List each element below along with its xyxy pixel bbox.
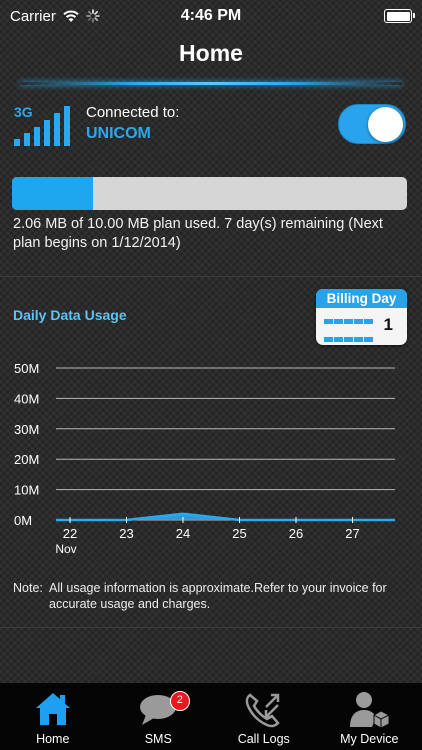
tab-my-device[interactable]: My Device [317,683,422,750]
usage-progress-bar [12,177,407,210]
y-tick-label: 20M [14,452,39,467]
usage-note: Note: All usage information is approxima… [13,580,413,612]
x-tick-label: 24 [176,526,190,541]
x-tick-label: 22 [63,526,77,541]
usage-summary: 2.06 MB of 10.00 MB plan used. 7 day(s) … [13,216,383,251]
toggle-knob [368,107,403,142]
call-logs-icon [245,693,280,728]
x-month-label: Nov [55,542,76,556]
note-label: Note: [13,581,43,595]
x-tick-label: 27 [345,526,359,541]
tab-my-device-label: My Device [340,732,399,746]
calendar-icon [324,313,382,345]
y-tick-label: 30M [14,422,39,437]
page-title: Home [179,40,243,66]
status-bar: Carrier 4:46 PM [0,0,422,32]
carrier-name: UNICOM [86,125,151,142]
x-tick-label: 26 [289,526,303,541]
y-tick-label: 40M [14,391,39,406]
billing-day-label: Billing Day [316,289,407,308]
tab-home-label: Home [36,732,70,746]
y-tick-label: 10M [14,483,39,498]
section-divider-bottom [0,627,422,628]
daily-usage-chart: 0M 10M 20M 30M 40M 50M 22 23 24 25 26 27 Nov [14,361,395,556]
connected-to-label: Connected to: [86,104,180,121]
x-tick-label: 25 [232,526,246,541]
battery-icon [384,9,415,23]
home-icon [35,693,70,725]
daily-usage-title: Daily Data Usage [13,307,127,323]
tab-call-logs[interactable]: Call Logs [211,683,317,750]
tab-sms-label: SMS [144,732,172,746]
title-underline [20,82,402,85]
section-divider [0,276,422,277]
usage-progress-fill [12,177,94,210]
connection-row: 3G Connected to: UNICOM [12,100,410,152]
network-type-label: 3G [14,104,33,120]
sms-unread-badge: 2 [169,691,190,711]
note-text: All usage information is approximate.Ref… [49,581,387,611]
billing-day-value: 1 [383,315,393,334]
y-tick-label: 50M [14,361,39,376]
tab-home[interactable]: Home [0,683,106,750]
my-device-icon [350,692,390,729]
status-time: 4:46 PM [180,7,242,24]
billing-day-button[interactable]: Billing Day 1 [316,289,407,345]
tab-sms[interactable]: 2 SMS [106,683,212,750]
y-tick-label: 0M [14,513,32,528]
tab-bar: Home 2 SMS Call Logs My Device [0,683,422,750]
usage-line-series [56,512,395,522]
tab-call-logs-label: Call Logs [237,732,290,746]
x-tick-label: 23 [119,526,133,541]
data-connection-toggle[interactable] [338,104,406,144]
